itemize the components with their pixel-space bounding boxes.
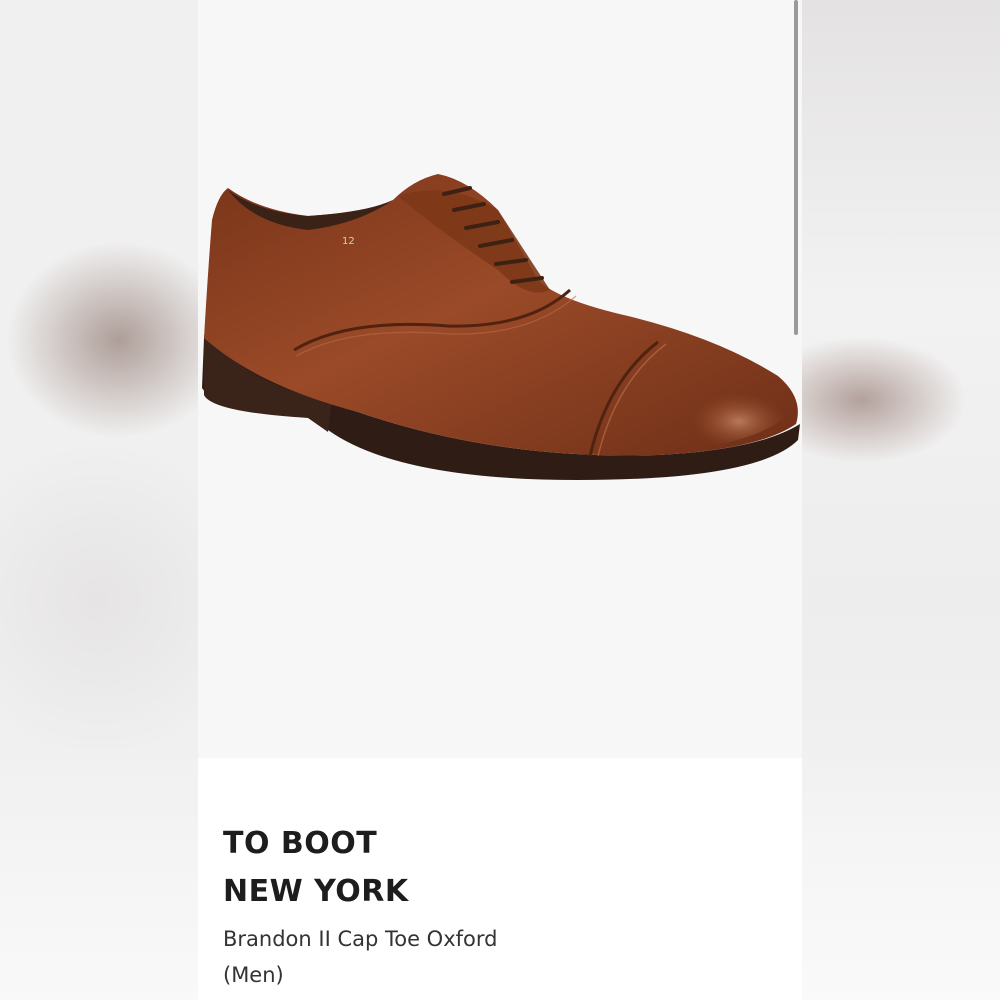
- product-image[interactable]: 12: [198, 0, 802, 758]
- product-card[interactable]: 12 TO BOOT NEW YORK Brandon II Cap Toe O…: [198, 0, 802, 1000]
- insole-mark: 12: [342, 236, 355, 247]
- screen: 12 TO BOOT NEW YORK Brandon II Cap Toe O…: [0, 0, 1000, 1000]
- brand-line-1: TO BOOT: [223, 826, 378, 861]
- blurred-background-right: [802, 0, 1000, 1000]
- blurred-background-left: [0, 0, 198, 1000]
- product-info[interactable]: TO BOOT NEW YORK Brandon II Cap Toe Oxfo…: [198, 758, 802, 1000]
- oxford-shoe-icon: 12: [198, 174, 802, 510]
- brand-line-2: NEW YORK: [223, 874, 409, 909]
- brand-name[interactable]: TO BOOT NEW YORK: [223, 820, 723, 916]
- scrollbar[interactable]: [794, 0, 798, 335]
- product-title[interactable]: Brandon II Cap Toe Oxford (Men): [223, 921, 763, 993]
- product-title-line-1: Brandon II Cap Toe Oxford: [223, 927, 498, 951]
- product-title-line-2: (Men): [223, 963, 284, 987]
